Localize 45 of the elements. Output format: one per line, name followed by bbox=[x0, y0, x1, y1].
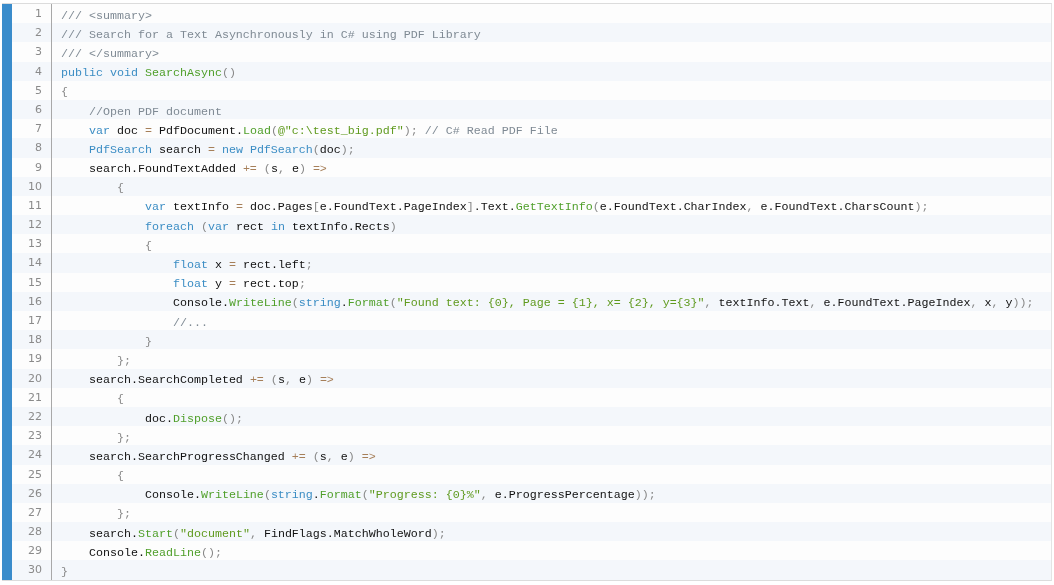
line-number: 21 bbox=[12, 387, 52, 407]
code-line: { bbox=[115, 392, 124, 407]
code-line: { bbox=[61, 85, 68, 100]
code-line: { bbox=[115, 469, 124, 484]
code-line: /// </summary> bbox=[61, 46, 159, 61]
code-line: doc.Dispose(); bbox=[143, 411, 243, 426]
code-line: Console.WriteLine(string.Format("Progress: {0}%", e.ProgressPercentage)); bbox=[143, 488, 656, 503]
code-line: /// Search for a Text Asynchronously in C# using PDF Library bbox=[61, 27, 481, 42]
code-line: { bbox=[143, 238, 152, 253]
line-number: 20 bbox=[12, 368, 52, 388]
code-line: search.SearchCompleted += (s, e) => bbox=[87, 373, 334, 388]
code-line: //Open PDF document bbox=[87, 104, 222, 119]
code-line: PdfSearch search = new PdfSearch(doc); bbox=[87, 142, 355, 157]
code-line: foreach (var rect in textInfo.Rects) bbox=[143, 219, 397, 234]
code-line: }; bbox=[115, 430, 131, 445]
code-line: } bbox=[61, 565, 68, 580]
line-number: 14 bbox=[12, 253, 52, 273]
line-number: 30 bbox=[12, 560, 52, 580]
line-number: 24 bbox=[12, 445, 52, 465]
line-number: 5 bbox=[12, 80, 52, 100]
line-number: 25 bbox=[12, 464, 52, 484]
code-line: float y = rect.top; bbox=[171, 277, 306, 292]
line-number: 15 bbox=[12, 272, 52, 292]
code-line: }; bbox=[115, 353, 131, 368]
code-line: search.FoundTextAdded += (s, e) => bbox=[87, 162, 327, 177]
line-number: 9 bbox=[12, 157, 52, 177]
code-line: search.Start("document", FindFlags.MatchWholeWord); bbox=[87, 526, 446, 541]
code-line: public void SearchAsync() bbox=[61, 66, 236, 81]
code-line: Console.WriteLine(string.Format("Found text: {0}, Page = {1}, x= {2}, y={3}", textInfo.Text, e.FoundText.PageIndex, x, y)); bbox=[171, 296, 1034, 311]
code-line: /// <summary> bbox=[61, 8, 152, 23]
code-line: } bbox=[143, 334, 152, 349]
code-line: }; bbox=[115, 507, 131, 522]
code-line: //... bbox=[171, 315, 208, 330]
line-number: 19 bbox=[12, 349, 52, 369]
code-line: var doc = PdfDocument.Load(@"c:\test_big.pdf"); // C# Read PDF File bbox=[87, 123, 558, 138]
line-number: 10 bbox=[12, 176, 52, 196]
line-number: 8 bbox=[12, 138, 52, 158]
line-number: 4 bbox=[12, 61, 52, 81]
code-line: float x = rect.left; bbox=[171, 258, 313, 273]
line-number: 3 bbox=[12, 42, 52, 62]
code-line: { bbox=[115, 181, 124, 196]
code-line: var textInfo = doc.Pages[e.FoundText.PageIndex].Text.GetTextInfo(e.FoundText.CharIndex, e.FoundText.CharsCount); bbox=[143, 200, 929, 215]
code-line: search.SearchProgressChanged += (s, e) => bbox=[87, 449, 376, 464]
code-line: Console.ReadLine(); bbox=[87, 545, 222, 560]
line-number: 26 bbox=[12, 483, 52, 503]
